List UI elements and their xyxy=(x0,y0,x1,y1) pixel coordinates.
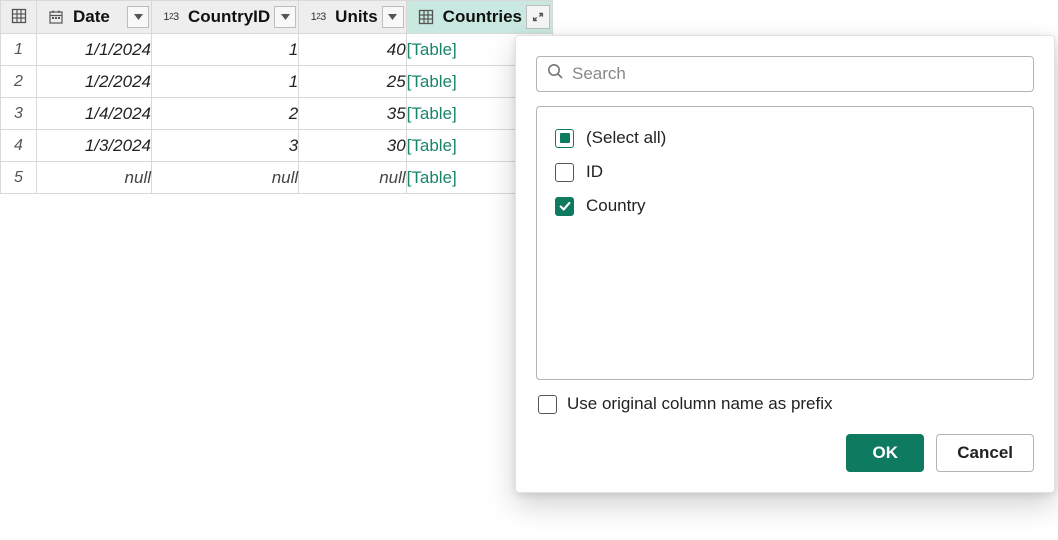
search-field-wrap[interactable] xyxy=(536,56,1034,92)
cell-countryid[interactable]: 2 xyxy=(152,98,299,130)
checkbox-unchecked-icon[interactable] xyxy=(538,395,557,414)
dialog-buttons: OK Cancel xyxy=(536,434,1034,472)
row-index-cell: 4 xyxy=(1,130,37,162)
option-label: Country xyxy=(586,196,646,216)
column-header-date[interactable]: Date xyxy=(37,1,152,34)
cell-units[interactable]: 30 xyxy=(299,130,407,162)
filter-button[interactable] xyxy=(127,6,149,28)
column-header-countries[interactable]: Countries xyxy=(406,1,552,34)
cancel-button[interactable]: Cancel xyxy=(936,434,1034,472)
cell-units[interactable]: 40 xyxy=(299,34,407,66)
column-select-list: (Select all) ID Country xyxy=(536,106,1034,380)
filter-button[interactable] xyxy=(274,6,296,28)
table-row[interactable]: 1 1/1/2024 1 40 [Table] xyxy=(1,34,553,66)
prefix-label: Use original column name as prefix xyxy=(567,394,833,414)
ok-button[interactable]: OK xyxy=(846,434,924,472)
filter-button[interactable] xyxy=(382,6,404,28)
column-header-units[interactable]: 123 Units xyxy=(299,1,407,34)
table-row[interactable]: 2 1/2/2024 1 25 [Table] xyxy=(1,66,553,98)
column-header-countryid[interactable]: 123 CountryID xyxy=(152,1,299,34)
table-icon xyxy=(6,6,32,26)
option-country-row[interactable]: Country xyxy=(551,189,1019,223)
column-name: Units xyxy=(335,7,378,27)
table-type-icon xyxy=(413,7,439,27)
table-row[interactable]: 3 1/4/2024 2 35 [Table] xyxy=(1,98,553,130)
cell-units[interactable]: null xyxy=(299,162,407,194)
search-input[interactable] xyxy=(572,64,1023,84)
cell-date[interactable]: null xyxy=(37,162,152,194)
checkbox-intermediate-icon[interactable] xyxy=(555,129,574,148)
table-row[interactable]: 5 null null null [Table] xyxy=(1,162,553,194)
checkbox-checked-icon[interactable] xyxy=(555,197,574,216)
row-index-cell: 1 xyxy=(1,34,37,66)
select-all-label: (Select all) xyxy=(586,128,666,148)
prefix-option-row[interactable]: Use original column name as prefix xyxy=(536,394,1034,414)
column-name: CountryID xyxy=(188,7,270,27)
cell-date[interactable]: 1/1/2024 xyxy=(37,34,152,66)
data-grid: Date 123 CountryID 123 Uni xyxy=(0,0,553,194)
cell-countryid[interactable]: 3 xyxy=(152,130,299,162)
option-label: ID xyxy=(586,162,603,182)
column-name: Countries xyxy=(443,7,522,27)
cell-countryid[interactable]: 1 xyxy=(152,34,299,66)
option-id-row[interactable]: ID xyxy=(551,155,1019,189)
row-index-cell: 3 xyxy=(1,98,37,130)
number-type-icon: 123 xyxy=(305,7,331,27)
search-icon xyxy=(547,63,564,85)
cell-date[interactable]: 1/2/2024 xyxy=(37,66,152,98)
cell-date[interactable]: 1/3/2024 xyxy=(37,130,152,162)
expand-button[interactable] xyxy=(526,5,550,29)
row-index-header[interactable] xyxy=(1,1,37,34)
cell-date[interactable]: 1/4/2024 xyxy=(37,98,152,130)
column-name: Date xyxy=(73,7,123,27)
row-index-cell: 5 xyxy=(1,162,37,194)
select-all-row[interactable]: (Select all) xyxy=(551,121,1019,155)
table-row[interactable]: 4 1/3/2024 3 30 [Table] xyxy=(1,130,553,162)
cell-units[interactable]: 25 xyxy=(299,66,407,98)
checkbox-unchecked-icon[interactable] xyxy=(555,163,574,182)
cell-countryid[interactable]: null xyxy=(152,162,299,194)
expand-columns-popup: (Select all) ID Country Use original col… xyxy=(515,35,1055,493)
cell-countryid[interactable]: 1 xyxy=(152,66,299,98)
calendar-icon xyxy=(43,7,69,27)
row-index-cell: 2 xyxy=(1,66,37,98)
cell-units[interactable]: 35 xyxy=(299,98,407,130)
number-type-icon: 123 xyxy=(158,7,184,27)
